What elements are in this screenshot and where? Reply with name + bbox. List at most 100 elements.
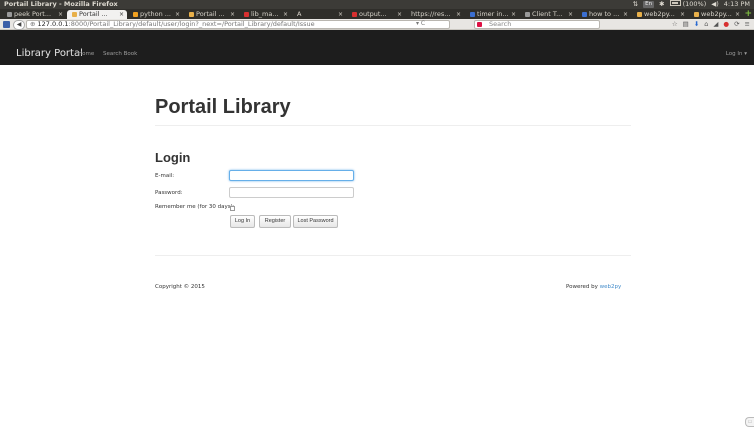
tab-label: output... — [359, 10, 387, 18]
close-icon[interactable]: × — [568, 10, 573, 19]
battery-indicator[interactable]: (100%) — [669, 0, 707, 9]
register-button[interactable]: Register — [259, 215, 291, 228]
form-title: Login — [155, 150, 191, 165]
tab-peek-portail[interactable]: peek Port... × — [2, 10, 66, 19]
remember-me-checkbox[interactable] — [230, 206, 235, 211]
tab-label: Portail ... — [196, 10, 225, 18]
close-icon[interactable]: × — [397, 10, 402, 19]
header-divider — [155, 125, 631, 126]
page-title: Portail Library — [155, 96, 291, 118]
new-tab-icon[interactable]: + — [744, 9, 752, 19]
password-field[interactable] — [229, 187, 354, 198]
close-icon[interactable]: × — [58, 10, 63, 19]
search-input-placeholder: Search — [489, 20, 512, 28]
tab-web2py-1[interactable]: web2py... × — [632, 10, 688, 19]
tab-output[interactable]: output... × — [347, 10, 405, 19]
system-tray: ⇅ En ✱ (100%) ◀) 4:13 PM — [633, 0, 750, 9]
close-icon[interactable]: × — [511, 10, 516, 19]
copyright-text: Copyright © 2015 — [155, 284, 205, 290]
tab-label: Client T... — [532, 10, 563, 18]
web2py-link[interactable]: web2py — [600, 284, 622, 290]
tab-label: python ... — [140, 10, 172, 18]
nav-search-book[interactable]: Search Book — [103, 51, 137, 58]
url-bar[interactable]: ⊕ 127.0.0.1:8000/Portail_Library/default… — [26, 20, 450, 29]
clock[interactable]: 4:13 PM — [724, 0, 750, 9]
bookmarks-icon[interactable]: ▤ — [683, 20, 689, 29]
url-path: :8000/Portail_Library/default/user/login… — [68, 20, 315, 28]
tab-label: lib_ma... — [251, 10, 279, 18]
page-favicon-icon — [582, 11, 587, 17]
firefox-menu-icon[interactable] — [3, 21, 10, 28]
battery-icon — [669, 0, 681, 6]
brand-link[interactable]: Library Portal — [16, 48, 83, 60]
powered-by-text: Powered by web2py — [566, 284, 621, 291]
close-icon[interactable]: × — [230, 10, 235, 19]
tab-lib-ma[interactable]: lib_ma... × — [239, 10, 291, 19]
tab-portail-2[interactable]: Portail ... × — [184, 10, 238, 19]
tab-portail-active[interactable]: Portail ... × — [67, 10, 127, 19]
web2py-favicon-icon — [694, 11, 699, 17]
close-icon[interactable]: × — [680, 10, 685, 19]
tab-strip: peek Port... × Portail ... × python ... × P… — [0, 9, 754, 19]
tab-a[interactable]: A × — [292, 10, 346, 19]
powered-by-label: Powered by — [566, 284, 598, 290]
browser-toolbar: ◀ ⊕ 127.0.0.1:8000/Portail_Library/defau… — [0, 19, 754, 30]
close-icon[interactable]: × — [338, 10, 343, 19]
tab-label: A — [297, 10, 302, 18]
login-button[interactable]: Log In — [230, 215, 255, 228]
lost-password-button[interactable]: Lost Password — [293, 215, 338, 228]
python-favicon-icon — [133, 11, 138, 17]
pocket-icon[interactable]: ◢ — [713, 20, 718, 29]
tab-how-to[interactable]: how to ... × — [577, 10, 631, 19]
search-engine-icon[interactable] — [477, 22, 482, 27]
password-label: Password: — [155, 190, 183, 196]
home-icon[interactable]: ⌂ — [704, 20, 708, 29]
stackoverflow-favicon-icon — [244, 11, 249, 17]
footer-divider — [155, 255, 631, 256]
email-field[interactable] — [229, 170, 354, 181]
reload-icon[interactable]: ▾ C — [416, 20, 425, 28]
tab-label: web2py... — [644, 10, 675, 18]
battery-percent: (100%) — [682, 0, 707, 8]
web2py-favicon-icon — [189, 11, 194, 17]
bookmark-star-icon[interactable]: ☆ — [672, 20, 678, 29]
network-icon[interactable]: ⇅ — [633, 0, 638, 9]
tab-label: how to ... — [589, 10, 620, 18]
tab-label: https://res... — [411, 10, 451, 18]
close-icon[interactable]: × — [119, 10, 124, 19]
download-icon[interactable]: ⬇ — [694, 20, 699, 29]
tab-label: Portail ... — [79, 10, 108, 18]
toolbar-icons: ☆ ▤ ⬇ ⌂ ◢ ● ⟳ ≡ — [672, 20, 750, 29]
addon-icon[interactable]: ● — [723, 20, 729, 29]
login-dropdown[interactable]: Log In ▾ — [726, 51, 747, 58]
nav-home[interactable]: Home — [78, 51, 94, 58]
site-identity-icon[interactable]: ⊕ — [30, 21, 35, 28]
back-button[interactable]: ◀ — [13, 20, 25, 30]
sync-icon[interactable]: ⟳ — [734, 20, 739, 29]
tab-client[interactable]: Client T... × — [520, 10, 576, 19]
volume-icon[interactable]: ◀) — [711, 0, 719, 9]
tab-timer[interactable]: timer in... × — [465, 10, 519, 19]
url-host: 127.0.0.1 — [37, 20, 69, 28]
remember-me-label: Remember me (for 30 days): — [155, 204, 235, 210]
window-title: Portail Library - Mozilla Firefox — [4, 0, 118, 8]
window-titlebar: Portail Library - Mozilla Firefox ⇅ En ✱… — [0, 0, 754, 9]
tab-python[interactable]: python ... × — [128, 10, 183, 19]
tab-https-res[interactable]: https://res... × — [406, 10, 464, 19]
tab-web2py-2[interactable]: web2py... × — [689, 10, 743, 19]
screenshot-widget-icon[interactable]: ☐ — [745, 417, 754, 427]
tab-label: web2py... — [701, 10, 732, 18]
page-favicon-icon — [470, 11, 475, 17]
bluetooth-icon[interactable]: ✱ — [659, 0, 664, 9]
menu-icon[interactable]: ≡ — [745, 20, 750, 29]
email-label: E-mail: — [155, 173, 175, 179]
close-icon[interactable]: × — [283, 10, 288, 19]
close-icon[interactable]: × — [175, 10, 180, 19]
search-bar[interactable]: Search — [474, 20, 600, 29]
close-icon[interactable]: × — [456, 10, 461, 19]
close-icon[interactable]: × — [735, 10, 740, 19]
keyboard-layout-indicator[interactable]: En — [643, 1, 655, 8]
tab-label: timer in... — [477, 10, 509, 18]
close-icon[interactable]: × — [623, 10, 628, 19]
tab-label: peek Port... — [14, 10, 52, 18]
